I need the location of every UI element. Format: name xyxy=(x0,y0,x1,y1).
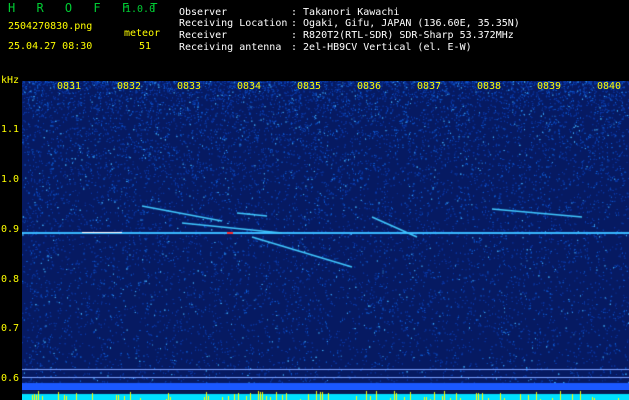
signal-level-canvas xyxy=(22,390,629,400)
antenna-value: : 2el-HB9CV Vertical (el. E-W) xyxy=(291,42,472,53)
observer-value: : Takanori Kawachi xyxy=(291,7,400,18)
y-tick-1.1: 1.1 xyxy=(1,124,20,135)
y-tick-0.6: 0.6 xyxy=(1,373,20,384)
hour-tick: 0832 xyxy=(117,81,142,92)
hour-tick: 0831 xyxy=(57,81,82,92)
hour-tick: 0838 xyxy=(477,81,502,92)
observer-label: Observer xyxy=(179,7,228,18)
location-label: Receiving Location xyxy=(179,18,288,29)
meteor-label: meteor xyxy=(124,28,161,39)
hour-tick: 0840 xyxy=(597,81,622,92)
y-tick-0.7: 0.7 xyxy=(1,323,20,334)
hour-tick: 0833 xyxy=(177,81,202,92)
hour-tick: 0835 xyxy=(297,81,322,92)
hour-tick: 0837 xyxy=(417,81,442,92)
signal-level-bar xyxy=(22,390,629,400)
y-tick-1.0: 1.0 xyxy=(1,174,20,185)
receiver-label: Receiver xyxy=(179,30,228,41)
y-tick-0.8: 0.8 xyxy=(1,274,20,285)
location-value: : Ogaki, Gifu, JAPAN (136.60E, 35.35N) xyxy=(291,18,520,29)
hour-tick: 0836 xyxy=(357,81,382,92)
hour-tick: 0839 xyxy=(537,81,562,92)
axis-unit: kHz xyxy=(1,75,20,86)
file-datetime: 25.04.27 08:30 xyxy=(8,41,93,52)
y-tick-0.9: 0.9 xyxy=(1,224,20,235)
receiver-value: : R820T2(RTL-SDR) SDR-Sharp 53.372MHz xyxy=(291,30,514,41)
antenna-label: Receiving antenna xyxy=(179,42,282,53)
hour-tick: 0834 xyxy=(237,81,262,92)
spectrogram xyxy=(22,81,629,394)
spectrogram-canvas xyxy=(22,81,629,394)
file-name: 2504270830.png xyxy=(8,21,93,32)
meteor-count: 51 xyxy=(139,41,152,52)
app-version: 1.0.0 xyxy=(125,4,156,15)
